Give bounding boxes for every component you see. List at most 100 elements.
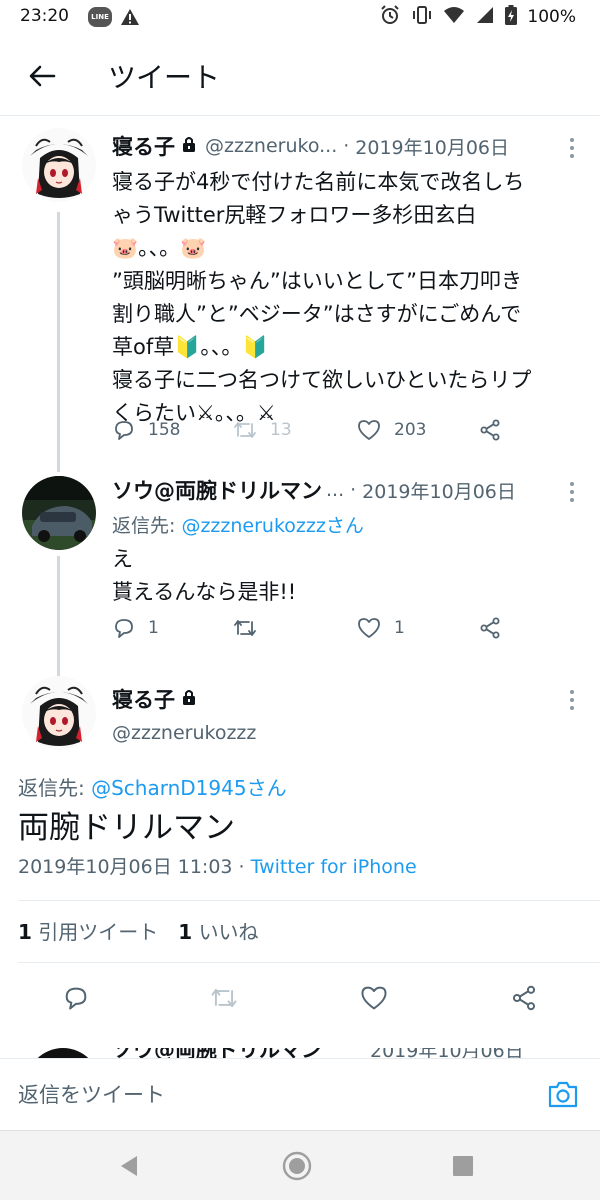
tweet-meta: 2019年10月06日 11:03 · Twitter for iPhone: [18, 852, 417, 879]
like-button[interactable]: 203: [356, 418, 426, 442]
retweet-icon: [211, 988, 237, 1008]
share-icon: [480, 419, 500, 441]
share-icon: [480, 617, 500, 639]
reply-button[interactable]: 158: [112, 418, 180, 442]
reply-count: 1: [148, 618, 159, 638]
reply-icon: [115, 421, 133, 440]
heart-icon: [361, 986, 387, 1010]
username: @zzzneruko...: [205, 135, 338, 157]
reply-composer-bar[interactable]: 返信をツイート: [0, 1058, 600, 1130]
back-button[interactable]: [22, 56, 62, 96]
avatar[interactable]: [22, 676, 96, 750]
nav-home-button[interactable]: [280, 1149, 314, 1183]
reply-to-line: 返信先: @zzznerukozzzさん: [112, 510, 582, 543]
share-button[interactable]: [504, 978, 544, 1018]
share-button[interactable]: [478, 616, 502, 640]
battery-icon: [505, 5, 518, 29]
reply-to-link[interactable]: @ScharnD1945さん: [91, 776, 286, 800]
camera-button[interactable]: [546, 1077, 580, 1111]
retweet-button[interactable]: [232, 616, 270, 640]
tweet-date[interactable]: 2019年10月06日: [355, 133, 509, 160]
like-count: 1: [178, 920, 193, 944]
tweet-date[interactable]: 2019年10月06日: [362, 477, 516, 504]
heart-icon: [358, 420, 380, 440]
avatar[interactable]: [22, 476, 96, 550]
separator-dot: ·: [232, 856, 251, 878]
divider: [18, 900, 600, 901]
battery-percent: 100%: [527, 7, 576, 27]
reply-count: 158: [148, 420, 181, 440]
reply-icon: [65, 987, 87, 1010]
like-label: いいね: [198, 920, 259, 944]
reply-button[interactable]: 1: [112, 616, 159, 640]
tweet-actions: 158 13 203: [112, 418, 512, 448]
reply-input[interactable]: 返信をツイート: [18, 1079, 165, 1109]
heart-icon: [358, 618, 380, 638]
reply-to-line: 返信先: @ScharnD1945さん: [18, 772, 287, 801]
retweet-button[interactable]: 13: [232, 418, 292, 442]
tweet-item[interactable]: 寝る子 @zzzneruko... · 2019年10月06日 寝る子が4秒で付…: [0, 128, 600, 458]
reply-button[interactable]: [56, 978, 96, 1018]
like-button[interactable]: [354, 978, 394, 1018]
like-button[interactable]: 1: [356, 616, 405, 640]
retweet-count: 13: [270, 420, 292, 440]
client-link[interactable]: Twitter for iPhone: [251, 856, 417, 878]
quote-count: 1: [18, 920, 32, 944]
tweet-text: 返信先: @zzznerukozzzさん え 貰えるんなら是非!!: [112, 510, 582, 609]
more-options-button[interactable]: [568, 482, 576, 502]
tweet-header: ソウ@両腕ドリルマン ... · 2019年10月06日: [112, 472, 570, 508]
more-options-button[interactable]: [568, 138, 576, 158]
tweet-text-line: 貰えるんなら是非!!: [112, 580, 297, 604]
display-name-row: 寝る子: [112, 684, 197, 714]
vibrate-icon: [411, 4, 433, 30]
tweet-text-line: え: [112, 547, 133, 571]
retweet-button[interactable]: [204, 978, 244, 1018]
tweet-header: 寝る子 @zzzneruko... · 2019年10月06日: [112, 128, 570, 164]
retweet-icon: [234, 422, 256, 438]
reply-icon: [115, 619, 133, 638]
tweet-text-line: ゃうTwitter尻軽フォロワー多杉田玄白: [112, 203, 477, 227]
home-circle-icon: [282, 1151, 312, 1181]
tweet-item[interactable]: ソウ@両腕ドリルマン ... · 2019年10月06日 返信先: @zzzne…: [0, 472, 600, 672]
tweet-text-line: 草of草🔰。、。🔰: [112, 335, 269, 359]
tweet-stats: 1 引用ツイート 1 いいね: [18, 916, 259, 945]
reply-to-link[interactable]: @zzznerukozzzさん: [181, 515, 363, 537]
nav-back-button[interactable]: [112, 1149, 146, 1183]
lock-icon: [181, 135, 197, 157]
username: @zzznerukozzz: [112, 722, 257, 744]
more-options-button[interactable]: [568, 690, 576, 710]
display-name[interactable]: ソウ@両腕ドリルマン: [112, 475, 322, 505]
tweet-text: 寝る子が4秒で付けた名前に本気で改名しち ゃうTwitter尻軽フォロワー多杉田…: [112, 166, 582, 430]
separator-dot: ·: [350, 479, 357, 501]
tweet-actions: [0, 978, 600, 1018]
quote-tweets-stat[interactable]: 1 引用ツイート: [18, 920, 158, 944]
wifi-icon: [443, 5, 465, 29]
tweet-text-line: ”頭脳明晰ちゃん”はいいとして”日本刀叩き: [112, 269, 523, 293]
separator-dot: ·: [343, 135, 350, 157]
warning-icon: [120, 7, 140, 31]
avatar[interactable]: [22, 128, 96, 202]
reply-to-label: 返信先:: [18, 776, 92, 800]
tweet-text-line: 寝る子が4秒で付けた名前に本気で改名しち: [112, 170, 525, 194]
nav-recents-button[interactable]: [446, 1149, 480, 1183]
page-title: ツイート: [108, 61, 221, 94]
display-name[interactable]: 寝る子: [112, 131, 175, 161]
tweet-text: 両腕ドリルマン: [18, 810, 235, 846]
tweet-text-line: 寝る子に二つ名つけて欲しいひといたらリプ: [112, 368, 532, 392]
display-name[interactable]: 寝る子: [112, 684, 175, 714]
like-count: 1: [394, 618, 405, 638]
share-button[interactable]: [478, 418, 502, 442]
likes-stat[interactable]: 1 いいね: [178, 920, 258, 944]
quote-label: 引用ツイート: [38, 920, 159, 944]
lock-icon: [181, 687, 197, 711]
like-count: 203: [394, 420, 427, 440]
system-navigation-bar: [0, 1130, 600, 1200]
back-arrow-icon: [29, 65, 56, 87]
tweet-timestamp: 2019年10月06日 11:03: [18, 856, 233, 878]
divider: [18, 962, 600, 963]
top-app-bar: ツイート: [0, 36, 600, 116]
share-icon: [512, 985, 536, 1011]
alarm-icon: [379, 4, 401, 30]
camera-icon: [548, 1081, 578, 1108]
reply-to-label: 返信先:: [112, 515, 182, 537]
